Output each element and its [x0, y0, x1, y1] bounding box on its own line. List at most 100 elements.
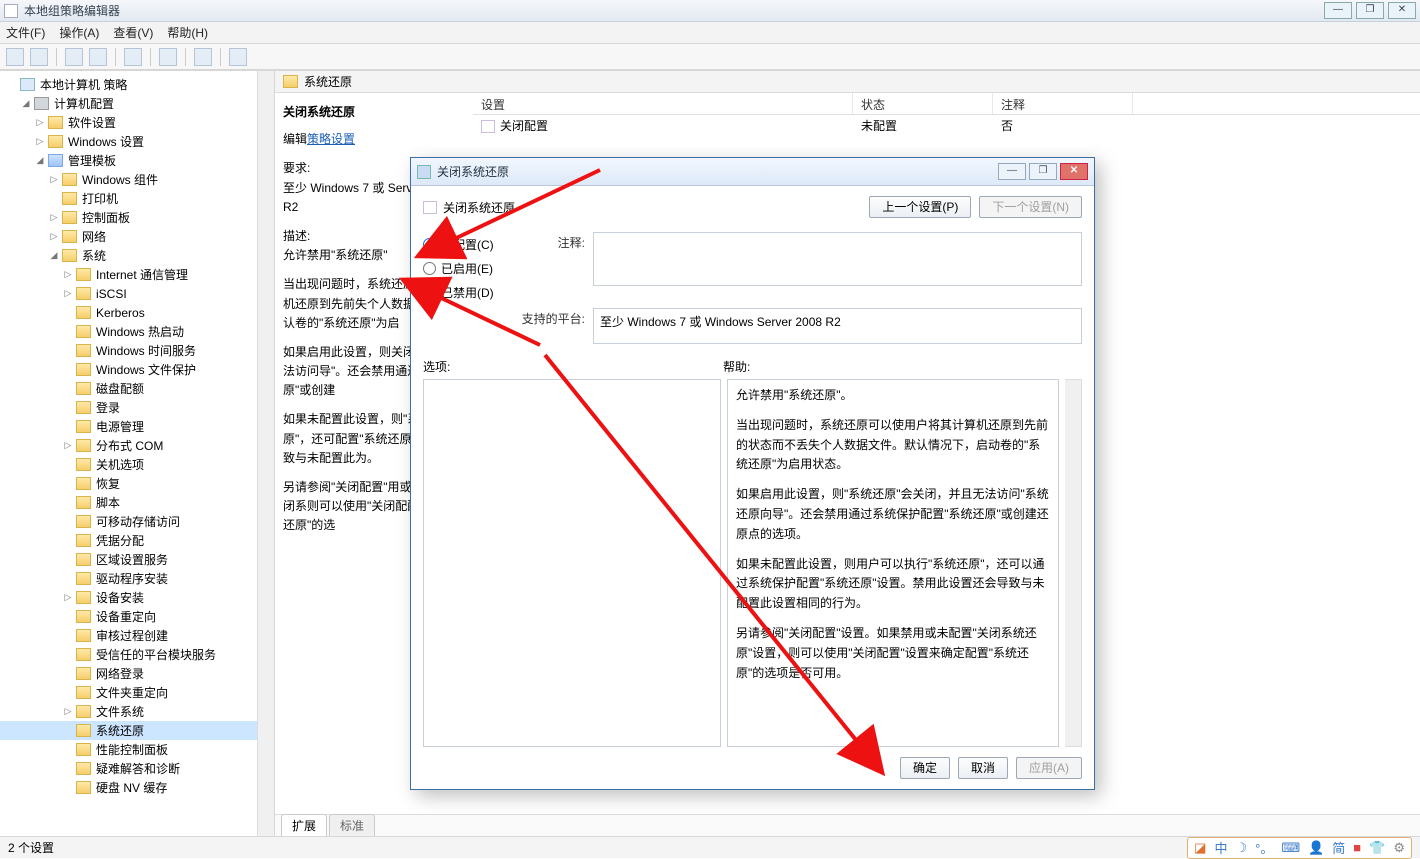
- folder-icon: [48, 154, 63, 167]
- camera-icon[interactable]: ■: [1353, 840, 1361, 855]
- tree-item-system-child[interactable]: ▷Internet 通信管理: [0, 265, 274, 284]
- tree-item-system-child[interactable]: 性能控制面板: [0, 740, 274, 759]
- tree-item-system-child[interactable]: 文件夹重定向: [0, 683, 274, 702]
- tree-item-system-child[interactable]: ▷iSCSI: [0, 284, 274, 303]
- menu-file[interactable]: 文件(F): [6, 24, 45, 41]
- shirt-icon[interactable]: 👕: [1369, 840, 1385, 856]
- dialog-titlebar[interactable]: 关闭系统还原 — ❐ ✕: [411, 158, 1094, 186]
- tree-root[interactable]: 本地计算机 策略: [0, 75, 274, 94]
- tree-label: 系统: [82, 247, 106, 264]
- properties-icon[interactable]: [194, 48, 212, 66]
- tree-item-system-child[interactable]: Windows 时间服务: [0, 341, 274, 360]
- moon-icon[interactable]: ☽: [1235, 840, 1247, 856]
- filter-icon[interactable]: [229, 48, 247, 66]
- tree-label: 磁盘配额: [96, 380, 144, 397]
- tree-item-system-child[interactable]: 脚本: [0, 493, 274, 512]
- tree-windows-settings[interactable]: ▷Windows 设置: [0, 132, 274, 151]
- minimize-button[interactable]: —: [1324, 2, 1352, 19]
- menu-view[interactable]: 查看(V): [113, 24, 153, 41]
- tree-item-system-child[interactable]: 登录: [0, 398, 274, 417]
- tree-item-system-child[interactable]: 区域设置服务: [0, 550, 274, 569]
- forward-icon[interactable]: [30, 48, 48, 66]
- status-text: 2 个设置: [8, 839, 54, 856]
- back-icon[interactable]: [6, 48, 24, 66]
- tree-item-system-child[interactable]: 可移动存储访问: [0, 512, 274, 531]
- refresh-icon[interactable]: [89, 48, 107, 66]
- tree-item-system-child[interactable]: Kerberos: [0, 303, 274, 322]
- tree-item-system-child[interactable]: 设备重定向: [0, 607, 274, 626]
- tree-item-system-child[interactable]: 磁盘配额: [0, 379, 274, 398]
- tab-extended[interactable]: 扩展: [281, 814, 327, 836]
- dlg-minimize[interactable]: —: [998, 163, 1026, 180]
- tree-printers[interactable]: 打印机: [0, 189, 274, 208]
- tree-item-system-child[interactable]: ▷文件系统: [0, 702, 274, 721]
- dlg-close[interactable]: ✕: [1060, 163, 1088, 180]
- tree-label: 疑难解答和诊断: [96, 760, 180, 777]
- ime-mode[interactable]: 简: [1332, 838, 1345, 857]
- tree-admin-templates[interactable]: ◢管理模板: [0, 151, 274, 170]
- keyboard-icon[interactable]: ⌨: [1281, 840, 1300, 856]
- cancel-button[interactable]: 取消: [958, 757, 1008, 779]
- tree-label: 可移动存储访问: [96, 513, 180, 530]
- menu-action[interactable]: 操作(A): [59, 24, 99, 41]
- col-state[interactable]: 状态: [853, 93, 993, 114]
- tree-win-components[interactable]: ▷Windows 组件: [0, 170, 274, 189]
- radio-not-configured[interactable]: 未配置(C): [423, 232, 518, 256]
- gear-icon[interactable]: ⚙: [1393, 840, 1405, 856]
- ime-lang[interactable]: 中: [1214, 838, 1227, 857]
- col-setting[interactable]: 设置: [473, 93, 853, 114]
- policy-settings-link[interactable]: 策略设置: [307, 132, 355, 146]
- list-row[interactable]: 关闭配置 未配置 否: [473, 115, 1420, 135]
- menu-help[interactable]: 帮助(H): [167, 24, 208, 41]
- col-note[interactable]: 注释: [993, 93, 1133, 114]
- tree-item-system-child[interactable]: 审核过程创建: [0, 626, 274, 645]
- maximize-button[interactable]: ❐: [1356, 2, 1384, 19]
- tree-label: Windows 时间服务: [96, 342, 196, 359]
- tree-item-system-child[interactable]: ▷设备安装: [0, 588, 274, 607]
- tree-network[interactable]: ▷网络: [0, 227, 274, 246]
- folder-icon: [76, 610, 91, 623]
- folder-icon: [283, 75, 298, 88]
- tree-item-system-child[interactable]: 网络登录: [0, 664, 274, 683]
- tree-system[interactable]: ◢系统: [0, 246, 274, 265]
- tree-scrollbar[interactable]: [257, 71, 274, 836]
- user-icon[interactable]: 👤: [1308, 840, 1324, 856]
- tree-item-system-child[interactable]: 驱动程序安装: [0, 569, 274, 588]
- tree-label: Windows 文件保护: [96, 361, 196, 378]
- tree-computer-config[interactable]: ◢计算机配置: [0, 94, 274, 113]
- up-icon[interactable]: [65, 48, 83, 66]
- help-icon[interactable]: [159, 48, 177, 66]
- comment-field[interactable]: [593, 232, 1082, 286]
- tree-item-system-child[interactable]: 受信任的平台模块服务: [0, 645, 274, 664]
- content-title: 系统还原: [304, 73, 352, 90]
- ok-button[interactable]: 确定: [900, 757, 950, 779]
- tree-item-system-child[interactable]: 硬盘 NV 缓存: [0, 778, 274, 797]
- tree-item-system-child[interactable]: 关机选项: [0, 455, 274, 474]
- folder-icon: [76, 458, 91, 471]
- tree-item-system-child[interactable]: ▷分布式 COM: [0, 436, 274, 455]
- tab-standard[interactable]: 标准: [329, 814, 375, 836]
- export-icon[interactable]: [124, 48, 142, 66]
- radio-enabled[interactable]: 已启用(E): [423, 256, 518, 280]
- help-scrollbar[interactable]: [1065, 379, 1082, 747]
- tree-item-system-child[interactable]: 恢复: [0, 474, 274, 493]
- help-paragraph: 允许禁用"系统还原"。: [736, 386, 1050, 406]
- tree-item-system-child[interactable]: 电源管理: [0, 417, 274, 436]
- tree-control-panel[interactable]: ▷控制面板: [0, 208, 274, 227]
- radio-disabled[interactable]: 已禁用(D): [423, 280, 518, 304]
- tree-item-system-child[interactable]: 凭据分配: [0, 531, 274, 550]
- tree-software[interactable]: ▷软件设置: [0, 113, 274, 132]
- tree-item-system-child[interactable]: Windows 热启动: [0, 322, 274, 341]
- tree-item-system-child[interactable]: 系统还原: [0, 721, 274, 740]
- apply-button: 应用(A): [1016, 757, 1082, 779]
- tree-item-system-child[interactable]: Windows 文件保护: [0, 360, 274, 379]
- bubble-icon[interactable]: °。: [1255, 838, 1273, 857]
- folder-icon: [76, 572, 91, 585]
- dlg-maximize[interactable]: ❐: [1029, 163, 1057, 180]
- close-button[interactable]: ✕: [1388, 2, 1416, 19]
- prev-setting-button[interactable]: 上一个设置(P): [869, 196, 971, 218]
- tree-label: 控制面板: [82, 209, 130, 226]
- tree: 本地计算机 策略 ◢计算机配置 ▷软件设置 ▷Windows 设置 ◢管理模板 …: [0, 71, 274, 801]
- tree-item-system-child[interactable]: 疑难解答和诊断: [0, 759, 274, 778]
- folder-icon: [76, 591, 91, 604]
